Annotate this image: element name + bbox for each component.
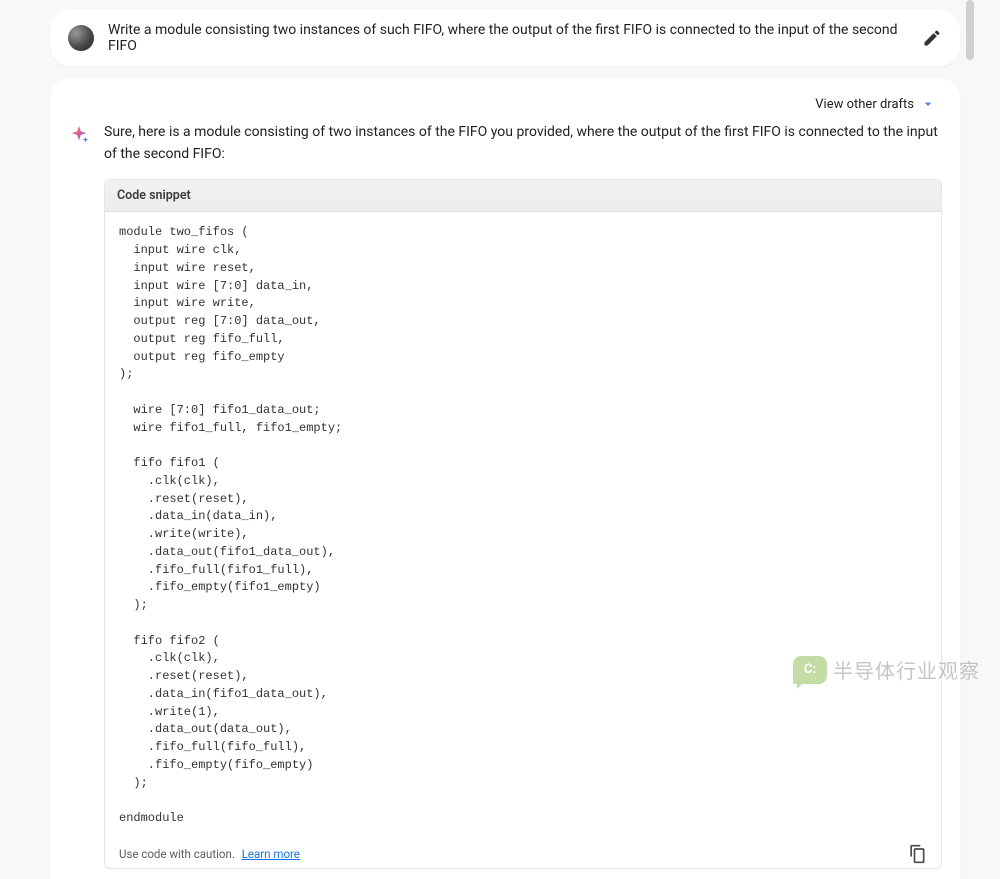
sparkle-icon [68, 124, 90, 146]
chevron-down-icon [920, 96, 936, 112]
user-message-row: Write a module consisting two instances … [50, 10, 960, 66]
code-snippet-header: Code snippet [105, 180, 941, 212]
learn-more-link[interactable]: Learn more [242, 847, 300, 861]
code-content[interactable]: module two_fifos ( input wire clk, input… [119, 224, 927, 828]
view-drafts-label: View other drafts [815, 97, 914, 112]
code-snippet-body: module two_fifos ( input wire clk, input… [105, 212, 941, 836]
edit-icon[interactable] [922, 28, 942, 48]
response-body: Sure, here is a module consisting of two… [68, 122, 942, 179]
caution-text: Use code with caution. Learn more [119, 847, 300, 861]
view-drafts-button[interactable]: View other drafts [68, 92, 942, 122]
user-prompt-text: Write a module consisting two instances … [108, 22, 922, 54]
assistant-response-card: View other drafts Sure, here is a module [50, 78, 960, 879]
user-avatar [68, 25, 94, 51]
code-snippet-card: Code snippet module two_fifos ( input wi… [104, 179, 942, 869]
code-caution-row: Use code with caution. Learn more [105, 836, 941, 868]
copy-icon[interactable] [907, 844, 927, 864]
scrollbar-thumb[interactable] [966, 0, 974, 60]
response-intro-text: Sure, here is a module consisting of two… [104, 122, 942, 165]
chat-container: Write a module consisting two instances … [0, 0, 1000, 879]
